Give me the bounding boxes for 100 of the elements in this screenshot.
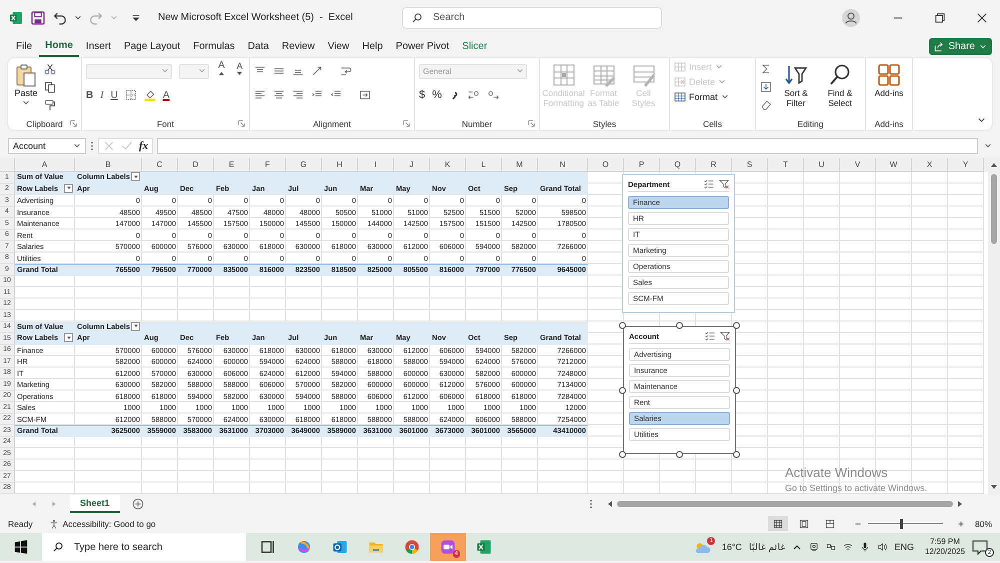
copy-icon[interactable] <box>44 81 56 93</box>
clear-filter-icon[interactable] <box>719 179 729 189</box>
merge-cells-icon[interactable] <box>359 89 371 101</box>
customize-toolbar-icon[interactable] <box>132 14 140 22</box>
orientation-icon[interactable] <box>311 65 323 77</box>
font-name-field[interactable] <box>86 64 172 78</box>
caret-icon[interactable] <box>74 14 82 22</box>
name-box[interactable]: Account <box>8 138 86 154</box>
font-style-button[interactable]: B <box>86 90 94 100</box>
ribbon-tab[interactable]: Page Layout <box>118 36 186 56</box>
slider-thumb[interactable] <box>900 518 904 528</box>
currency-format-button[interactable]: $ <box>419 89 426 101</box>
ribbon-tab[interactable]: View <box>322 36 356 56</box>
normal-view-button[interactable] <box>768 516 788 531</box>
filter-dropdown-button[interactable] <box>131 172 140 182</box>
dialog-launcher-icon[interactable] <box>403 120 410 127</box>
ribbon-tab[interactable]: Formulas <box>187 36 241 56</box>
increase-font-size-button[interactable]: A <box>216 60 228 82</box>
add-sheet-icon[interactable] <box>132 498 144 510</box>
font-style-button[interactable]: I <box>100 90 104 100</box>
paste-button[interactable]: Paste <box>12 61 40 109</box>
input-language[interactable]: ENG <box>894 542 914 552</box>
clear-filter-icon[interactable] <box>720 331 730 341</box>
column-header[interactable]: W <box>876 158 912 172</box>
decrease-font-size-button[interactable]: A <box>234 61 245 81</box>
column-header[interactable]: Q <box>660 158 696 172</box>
resize-handle[interactable] <box>619 386 626 394</box>
column-header[interactable]: U <box>804 158 840 172</box>
microphone-icon[interactable] <box>860 542 870 552</box>
sheet-tab[interactable]: Sheet1 <box>70 495 120 513</box>
ribbon-tab[interactable]: File <box>10 36 38 56</box>
increase-decimal-icon[interactable] <box>468 89 480 101</box>
volume-icon[interactable] <box>877 542 888 552</box>
ribbon-button[interactable]: Format <box>674 91 729 103</box>
percent-format-button[interactable]: % <box>432 89 442 101</box>
save-icon[interactable] <box>30 10 46 26</box>
resize-handle[interactable] <box>733 451 740 458</box>
chevron-down-icon[interactable] <box>977 116 986 125</box>
search-field[interactable]: Search <box>402 6 662 28</box>
taskbar-search-field[interactable]: Type here to search <box>42 533 246 561</box>
text-align-icon[interactable] <box>254 89 266 101</box>
cut-icon[interactable] <box>44 63 56 75</box>
ribbon-tab[interactable]: Slicer <box>456 36 494 56</box>
column-header[interactable]: V <box>840 158 876 172</box>
resize-handle[interactable] <box>733 322 740 329</box>
font-color-button[interactable]: A <box>162 90 170 100</box>
clock-time[interactable]: 7:59 PM <box>930 537 960 547</box>
ribbon-tab[interactable]: Power Pivot <box>390 36 456 56</box>
resize-handle[interactable] <box>619 322 626 329</box>
dialog-launcher-icon[interactable] <box>528 120 535 127</box>
zoom-level[interactable]: 80% <box>974 518 992 528</box>
fill-icon[interactable] <box>760 81 772 93</box>
wrap-text-icon[interactable] <box>340 65 352 77</box>
user-avatar-icon[interactable] <box>842 8 860 26</box>
ribbon-tab[interactable]: Review <box>276 36 321 56</box>
camera-icon[interactable] <box>809 542 820 552</box>
column-header[interactable]: R <box>696 158 732 172</box>
weather-temperature[interactable]: 16°C <box>722 542 742 552</box>
borders-icon[interactable] <box>124 89 137 101</box>
share-button[interactable]: Share <box>929 38 992 55</box>
column-header[interactable]: O <box>588 158 624 172</box>
column-header[interactable]: Y <box>948 158 984 172</box>
ribbon-tab[interactable]: Insert <box>80 36 117 56</box>
dialog-launcher-icon[interactable] <box>70 120 77 127</box>
column-header[interactable]: P <box>624 158 660 172</box>
accessibility-icon[interactable] <box>48 518 59 528</box>
more-options-icon[interactable] <box>90 141 94 151</box>
font-size-field[interactable] <box>179 64 209 78</box>
multi-select-icon[interactable] <box>704 179 714 189</box>
formula-input-field[interactable] <box>157 138 978 154</box>
resize-handle[interactable] <box>676 322 683 329</box>
ribbon-button[interactable]: Add-ins <box>870 61 908 100</box>
zoom-in-icon[interactable] <box>956 520 965 528</box>
column-header[interactable]: X <box>912 158 948 172</box>
resize-handle[interactable] <box>676 451 683 458</box>
autosum-icon[interactable] <box>760 63 772 75</box>
zoom-slider[interactable] <box>868 518 943 528</box>
multi-select-icon[interactable] <box>705 331 715 341</box>
fill-color-icon[interactable] <box>144 89 156 101</box>
expand-formula-bar-icon[interactable] <box>984 142 992 150</box>
accessibility-status[interactable]: Accessibility: Good to go <box>62 518 156 528</box>
column-header[interactable]: S <box>732 158 768 172</box>
text-align-icon[interactable] <box>292 89 304 101</box>
network-icon[interactable] <box>826 542 836 552</box>
notifications-icon[interactable] <box>972 539 988 555</box>
weather-condition[interactable]: غائم غالبًا <box>748 542 786 552</box>
column-header[interactable]: T <box>768 158 804 172</box>
dialog-launcher-icon[interactable] <box>238 120 245 127</box>
windows-start-icon[interactable] <box>14 540 28 554</box>
filter-dropdown-button[interactable] <box>64 333 73 342</box>
insert-function-button[interactable]: fx <box>139 140 148 152</box>
filter-dropdown-button[interactable] <box>131 322 140 331</box>
wifi-icon[interactable] <box>843 542 854 552</box>
ribbon-tab[interactable]: Help <box>356 36 389 56</box>
more-options-icon[interactable] <box>588 499 593 509</box>
clock-date[interactable]: 12/20/2025 <box>924 547 965 557</box>
text-align-icon[interactable] <box>273 89 285 101</box>
ribbon-tab[interactable]: Data <box>242 36 275 56</box>
ribbon-button[interactable]: Find & Select <box>820 61 860 110</box>
decrease-decimal-icon[interactable] <box>486 89 499 101</box>
